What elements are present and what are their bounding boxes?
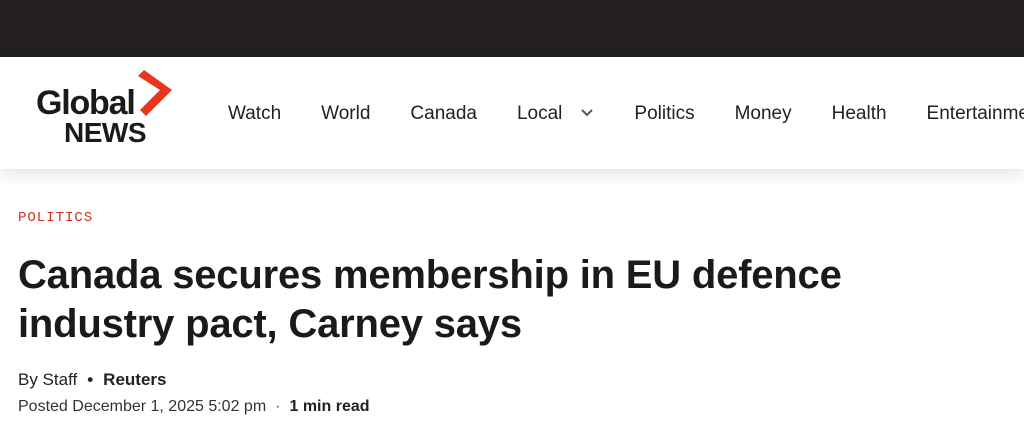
global-news-logo[interactable]: Global NEWS (34, 70, 174, 150)
nav-item-local[interactable]: Local (497, 104, 614, 123)
byline-source[interactable]: Reuters (103, 371, 166, 388)
nav-item-watch[interactable]: Watch (208, 104, 301, 123)
nav-item-world[interactable]: World (301, 104, 390, 123)
byline-separator: • (87, 370, 94, 389)
site-header: Global NEWS Watch World Canada Local Pol… (0, 57, 1024, 169)
category-label[interactable]: POLITICS (18, 211, 93, 225)
nav-item-health[interactable]: Health (812, 104, 907, 123)
chevron-down-icon[interactable] (580, 108, 594, 118)
top-black-bar (0, 0, 1024, 57)
article-headline: Canada secures membership in EU defence … (18, 253, 842, 346)
logo-wordmark-news: NEWS (64, 117, 147, 148)
main-nav: Watch World Canada Local Politics Money … (208, 57, 1024, 169)
logo-wordmark-global: Global (36, 84, 136, 122)
nav-item-entertainment[interactable]: Entertainment (907, 104, 1024, 123)
article-byline: By Staff • Reuters (18, 371, 166, 388)
nav-item-politics[interactable]: Politics (614, 104, 714, 123)
meta-separator: · (275, 398, 281, 415)
nav-item-money[interactable]: Money (715, 104, 812, 123)
byline-author: By Staff (18, 370, 78, 389)
nav-item-canada[interactable]: Canada (390, 104, 497, 123)
nav-item-local-label: Local (516, 102, 563, 124)
posted-date: Posted December 1, 2025 5:02 pm (18, 398, 267, 415)
read-time: 1 min read (289, 398, 370, 415)
article-meta: Posted December 1, 2025 5:02 pm · 1 min … (18, 399, 370, 415)
logo-chevron-icon (138, 70, 172, 116)
